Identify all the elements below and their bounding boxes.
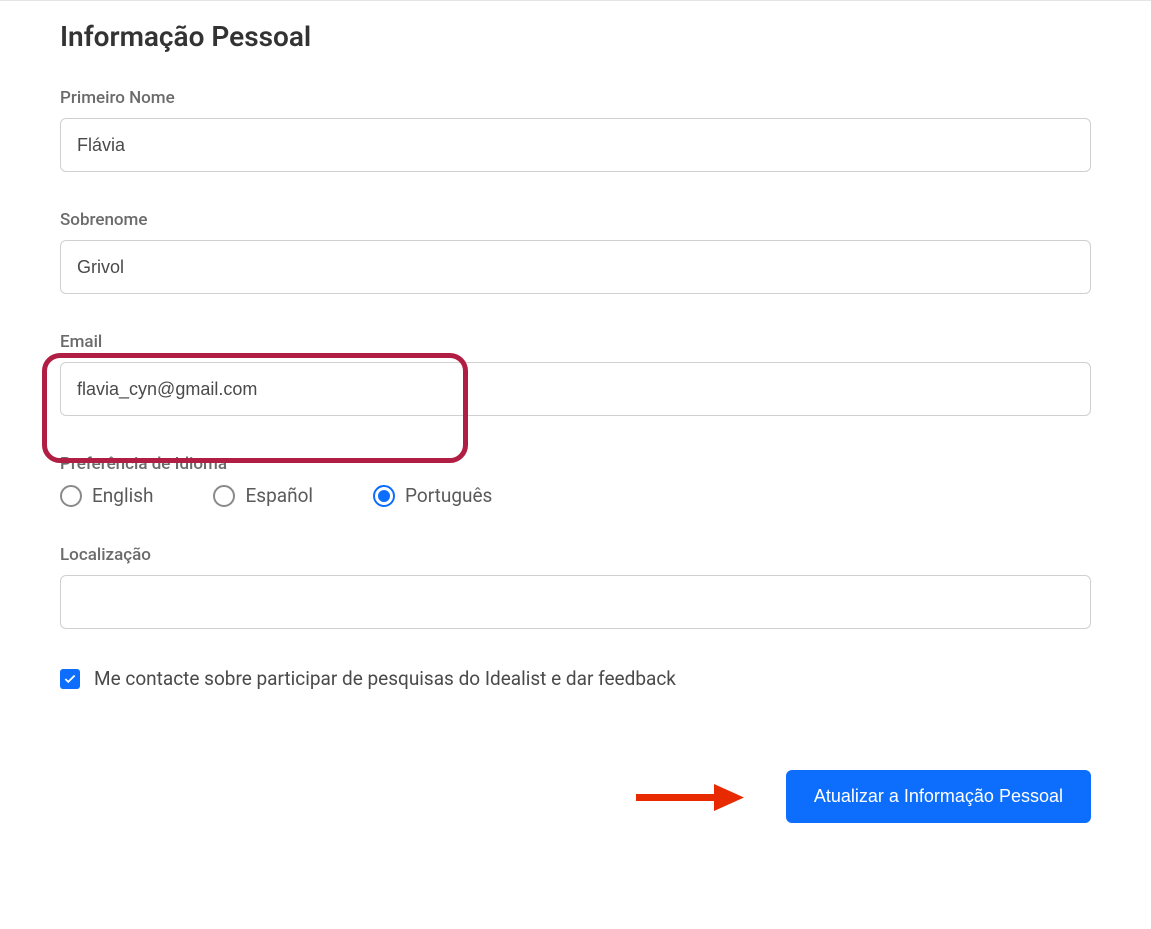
checkbox-checked-icon [60,669,80,689]
first-name-input[interactable] [60,118,1091,172]
last-name-input[interactable] [60,240,1091,294]
last-name-group: Sobrenome [60,210,1091,294]
language-radio-portugues[interactable]: Português [373,484,492,507]
location-input[interactable] [60,575,1091,629]
language-group: Preferência de Idioma English Español Po… [60,454,1091,507]
language-radio-english[interactable]: English [60,484,153,507]
language-label: Preferência de Idioma [60,454,1091,474]
submit-button[interactable]: Atualizar a Informação Pessoal [786,770,1091,823]
location-group: Localização [60,545,1091,629]
page-title: Informação Pessoal [60,20,1091,53]
arrow-right-icon [636,782,746,812]
radio-label-espanol: Español [245,484,313,507]
radio-label-english: English [92,484,153,507]
radio-circle-icon [60,485,82,507]
first-name-label: Primeiro Nome [60,88,1091,108]
location-label: Localização [60,545,1091,565]
first-name-group: Primeiro Nome [60,88,1091,172]
radio-circle-icon [213,485,235,507]
radio-dot-icon [378,490,390,502]
email-label: Email [60,332,1091,352]
email-input[interactable] [60,362,1091,416]
contact-checkbox-row[interactable]: Me contacte sobre participar de pesquisa… [60,667,1091,690]
email-group: Email [60,332,1091,416]
radio-label-portugues: Português [405,484,492,507]
radio-circle-selected-icon [373,485,395,507]
language-radio-espanol[interactable]: Español [213,484,313,507]
contact-checkbox-label: Me contacte sobre participar de pesquisa… [94,667,676,690]
last-name-label: Sobrenome [60,210,1091,230]
